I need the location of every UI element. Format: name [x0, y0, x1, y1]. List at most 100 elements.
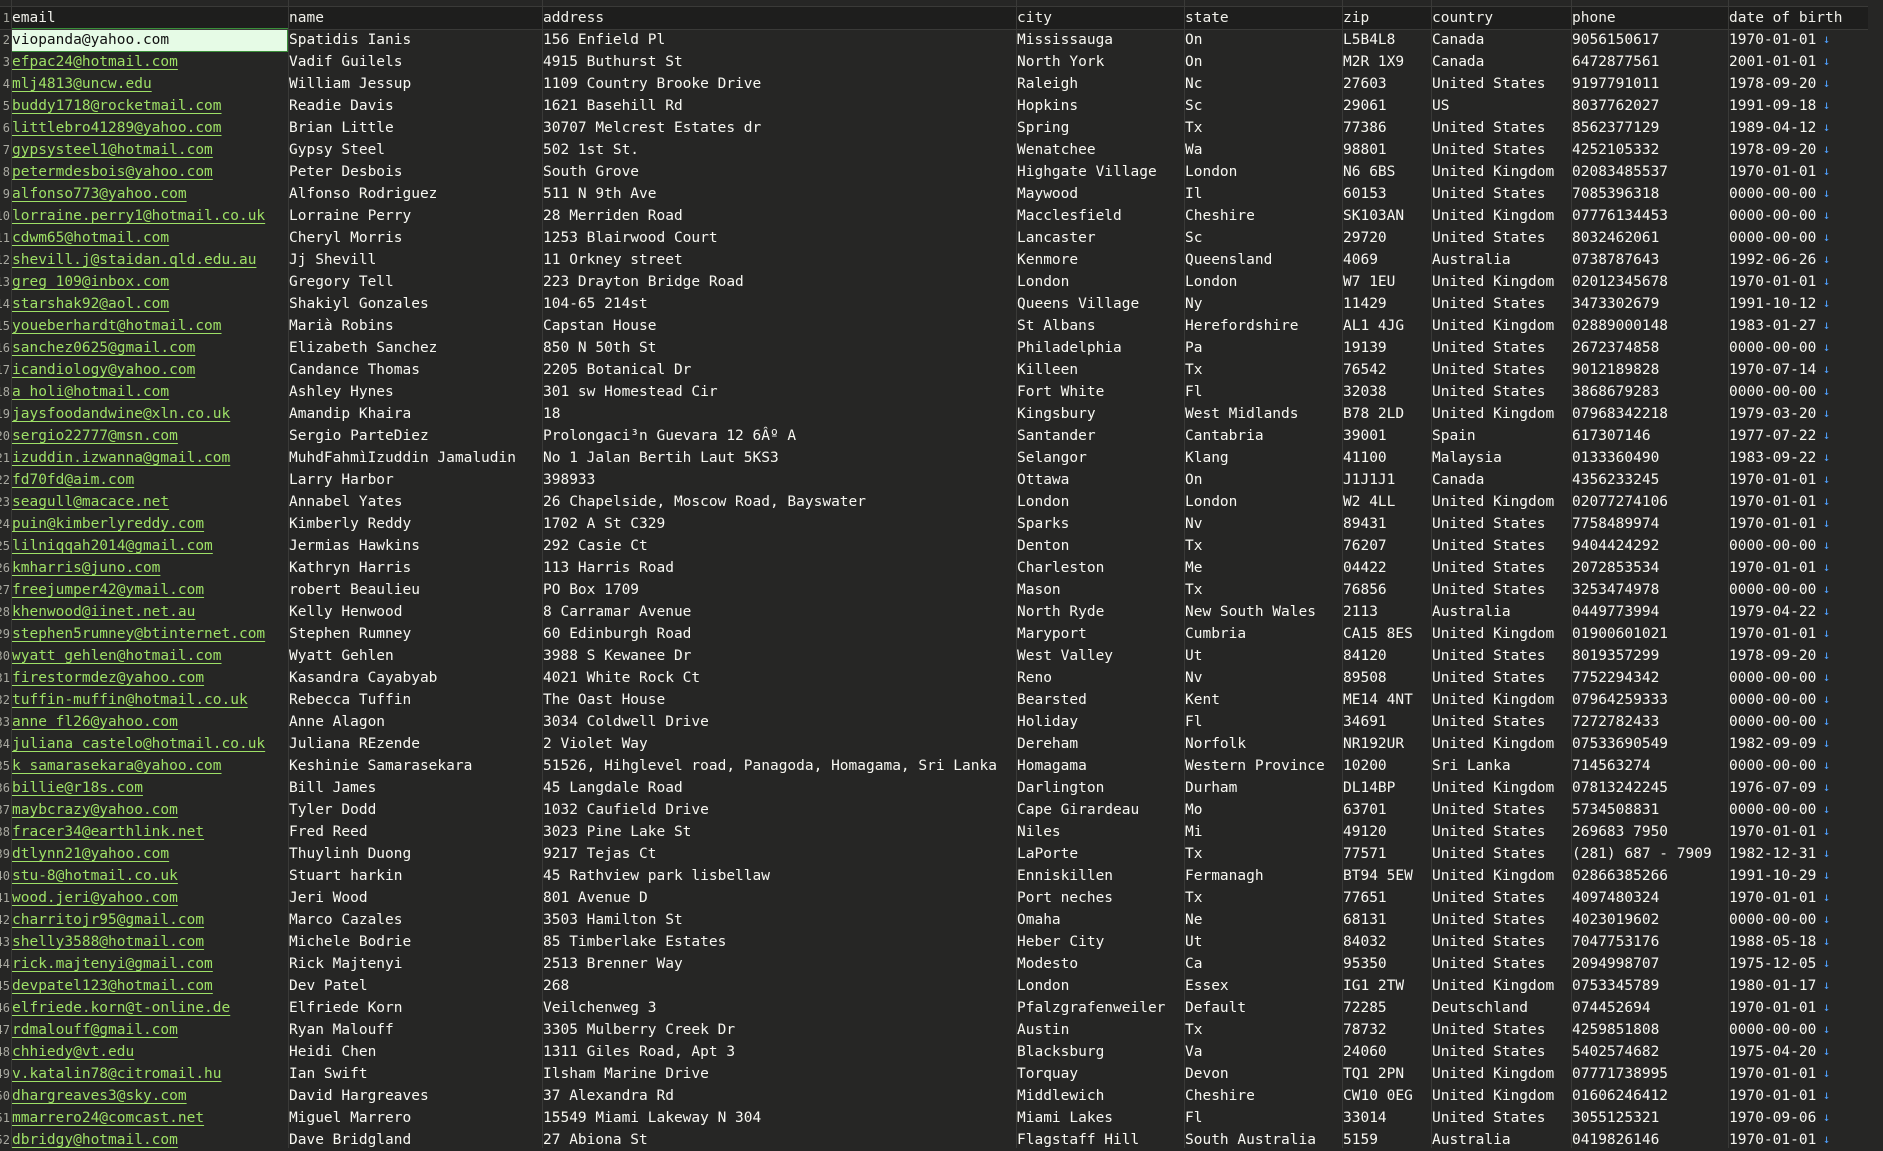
cell-country[interactable]: Australia [1432, 249, 1570, 271]
row-number[interactable]: 47 [0, 1019, 10, 1041]
cell-name[interactable]: MuhdFahmìIzuddin Jamaludin [289, 447, 541, 469]
cell-name[interactable]: Larry Harbor [289, 469, 541, 491]
cell-zip[interactable]: 98801 [1343, 139, 1430, 161]
row-number[interactable]: 15 [0, 315, 10, 337]
cell-zip[interactable]: SK103AN [1343, 205, 1430, 227]
cell-date-of-birth[interactable]: 1970-07-14 [1729, 359, 1869, 381]
cell-zip[interactable]: 77651 [1343, 887, 1430, 909]
cell-email[interactable]: lilniqqah2014@gmail.com [12, 535, 287, 557]
cell-country[interactable]: United States [1432, 821, 1570, 843]
cell-phone[interactable]: 4356233245 [1572, 469, 1727, 491]
cell-name[interactable]: Gregory Tell [289, 271, 541, 293]
cell-zip[interactable]: 29061 [1343, 95, 1430, 117]
cell-zip[interactable]: W2 4LL [1343, 491, 1430, 513]
cell-city[interactable]: West Valley [1017, 645, 1183, 667]
cell-email[interactable]: efpac24@hotmail.com [12, 51, 287, 73]
cell-state[interactable]: Va [1185, 1041, 1341, 1063]
header-cell-date-of-birth[interactable]: date of birth [1729, 7, 1869, 29]
cell-city[interactable]: Kingsbury [1017, 403, 1183, 425]
cell-address[interactable]: 4915 Buthurst St [543, 51, 1015, 73]
cell-address[interactable]: 850 N 50th St [543, 337, 1015, 359]
cell-address[interactable]: 1621 Basehill Rd [543, 95, 1015, 117]
row-number[interactable]: 49 [0, 1063, 10, 1085]
cell-country[interactable]: United States [1432, 843, 1570, 865]
cell-city[interactable]: Mason [1017, 579, 1183, 601]
cell-name[interactable]: Ryan Malouff [289, 1019, 541, 1041]
cell-city[interactable]: Pfalzgrafenweiler [1017, 997, 1183, 1019]
cell-name[interactable]: Annabel Yates [289, 491, 541, 513]
cell-date-of-birth[interactable]: 1970-01-01 [1729, 161, 1869, 183]
cell-date-of-birth[interactable]: 1978-09-20 [1729, 139, 1869, 161]
cell-address[interactable]: 3034 Coldwell Drive [543, 711, 1015, 733]
cell-city[interactable]: Torquay [1017, 1063, 1183, 1085]
cell-zip[interactable]: 78732 [1343, 1019, 1430, 1041]
cell-date-of-birth[interactable]: 1970-01-01 [1729, 271, 1869, 293]
cell-address[interactable]: The Oast House [543, 689, 1015, 711]
cell-phone[interactable]: 02866385266 [1572, 865, 1727, 887]
row-number[interactable]: 44 [0, 953, 10, 975]
cell-state[interactable]: On [1185, 29, 1341, 51]
cell-address[interactable]: 9217 Tejas Ct [543, 843, 1015, 865]
cell-name[interactable]: William Jessup [289, 73, 541, 95]
cell-country[interactable]: United States [1432, 887, 1570, 909]
cell-country[interactable]: United States [1432, 667, 1570, 689]
cell-date-of-birth[interactable]: 1970-01-01 [1729, 469, 1869, 491]
cell-date-of-birth[interactable]: 1979-03-20 [1729, 403, 1869, 425]
cell-address[interactable]: 45 Rathview park lisbellaw [543, 865, 1015, 887]
cell-phone[interactable]: 074452694 [1572, 997, 1727, 1019]
cell-email[interactable]: dhargreaves3@sky.com [12, 1085, 287, 1107]
row-number[interactable]: 38 [0, 821, 10, 843]
cell-country[interactable]: United States [1432, 1041, 1570, 1063]
cell-name[interactable]: Stephen Rumney [289, 623, 541, 645]
cell-country[interactable]: United States [1432, 139, 1570, 161]
row-number[interactable]: 23 [0, 491, 10, 513]
header-cell-country[interactable]: country [1432, 7, 1570, 29]
cell-date-of-birth[interactable]: 0000-00-00 [1729, 667, 1869, 689]
cell-phone[interactable]: 07776134453 [1572, 205, 1727, 227]
cell-date-of-birth[interactable]: 1983-01-27 [1729, 315, 1869, 337]
cell-date-of-birth[interactable]: 1982-12-31 [1729, 843, 1869, 865]
row-number[interactable]: 39 [0, 843, 10, 865]
row-number[interactable]: 34 [0, 733, 10, 755]
cell-phone[interactable]: 3473302679 [1572, 293, 1727, 315]
cell-address[interactable]: 28 Merriden Road [543, 205, 1015, 227]
cell-date-of-birth[interactable]: 0000-00-00 [1729, 227, 1869, 249]
cell-city[interactable]: Maryport [1017, 623, 1183, 645]
cell-address[interactable]: 85 Timberlake Estates [543, 931, 1015, 953]
row-number[interactable]: 35 [0, 755, 10, 777]
row-number[interactable]: 45 [0, 975, 10, 997]
cell-phone[interactable]: 6472877561 [1572, 51, 1727, 73]
cell-name[interactable]: Shakiyl Gonzales [289, 293, 541, 315]
cell-country[interactable]: United Kingdom [1432, 733, 1570, 755]
cell-state[interactable]: London [1185, 491, 1341, 513]
cell-address[interactable]: 37 Alexandra Rd [543, 1085, 1015, 1107]
cell-zip[interactable]: M2R 1X9 [1343, 51, 1430, 73]
cell-city[interactable]: Reno [1017, 667, 1183, 689]
row-number[interactable]: 19 [0, 403, 10, 425]
cell-date-of-birth[interactable]: 1977-07-22 [1729, 425, 1869, 447]
cell-phone[interactable]: 02012345678 [1572, 271, 1727, 293]
cell-city[interactable]: Hopkins [1017, 95, 1183, 117]
cell-date-of-birth[interactable]: 1970-01-01 [1729, 1063, 1869, 1085]
cell-zip[interactable]: 41100 [1343, 447, 1430, 469]
cell-city[interactable]: Charleston [1017, 557, 1183, 579]
cell-date-of-birth[interactable]: 1992-06-26 [1729, 249, 1869, 271]
cell-address[interactable]: 11 Orkney street [543, 249, 1015, 271]
cell-country[interactable]: United States [1432, 359, 1570, 381]
cell-zip[interactable]: 89508 [1343, 667, 1430, 689]
cell-email[interactable]: khenwood@iinet.net.au [12, 601, 287, 623]
cell-phone[interactable]: 269683 7950 [1572, 821, 1727, 843]
cell-state[interactable]: Western Province [1185, 755, 1341, 777]
cell-address[interactable]: 45 Langdale Road [543, 777, 1015, 799]
cell-city[interactable]: London [1017, 975, 1183, 997]
cell-email[interactable]: starshak92@aol.com [12, 293, 287, 315]
cell-phone[interactable]: 8032462061 [1572, 227, 1727, 249]
cell-state[interactable]: Mo [1185, 799, 1341, 821]
cell-phone[interactable]: 2672374858 [1572, 337, 1727, 359]
cell-zip[interactable]: 49120 [1343, 821, 1430, 843]
cell-address[interactable]: 1311 Giles Road, Apt 3 [543, 1041, 1015, 1063]
cell-address[interactable]: 502 1st St. [543, 139, 1015, 161]
cell-email[interactable]: juliana_castelo@hotmail.co.uk [12, 733, 287, 755]
cell-state[interactable]: Nv [1185, 513, 1341, 535]
cell-date-of-birth[interactable]: 0000-00-00 [1729, 909, 1869, 931]
